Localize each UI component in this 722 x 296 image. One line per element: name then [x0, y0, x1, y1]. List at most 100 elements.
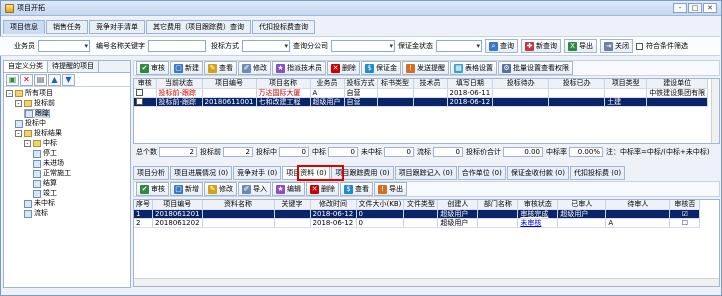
tree-node[interactable]: 投标中 — [15, 119, 46, 128]
company-select[interactable] — [331, 40, 395, 52]
toolbar-button[interactable]: $ 保证金 — [361, 61, 401, 75]
column-header[interactable]: 当前状态 — [156, 79, 203, 89]
column-header[interactable]: 修改时间 — [310, 200, 357, 210]
toolbar-button[interactable]: ▢ 新建 — [170, 61, 203, 75]
column-header[interactable]: 填写日期 — [447, 79, 494, 89]
column-header[interactable]: 标书类型 — [377, 79, 414, 89]
close-window-button[interactable]: ✕ — [703, 3, 717, 13]
move-up-icon[interactable]: ▲ — [48, 73, 61, 86]
column-header[interactable]: 创建人 — [437, 200, 479, 210]
column-header[interactable]: 建设单位 — [646, 79, 709, 89]
column-header[interactable]: 关键字 — [274, 200, 311, 210]
doc-toolbar-button[interactable]: ! 导出 — [374, 182, 407, 196]
tree-node[interactable]: 未中标 — [24, 199, 55, 208]
new-query-button[interactable]: ✚ 新查询 — [521, 39, 561, 53]
combined-filter-checkbox[interactable] — [636, 42, 643, 50]
sub-tab[interactable]: 项目进展情况 (0) — [170, 166, 233, 180]
rename-icon[interactable]: ▤ — [34, 73, 47, 86]
tree-node[interactable]: - 所有项目 — [6, 89, 53, 98]
sub-tab[interactable]: 竞争对手 (0) — [233, 166, 282, 180]
query-button[interactable]: ⌕ 查询 — [485, 39, 518, 53]
toolbar-button[interactable]: ✔ 审核 — [136, 61, 169, 75]
sub-tab[interactable]: 合作单位 (0) — [457, 166, 506, 180]
move-down-icon[interactable]: ▼ — [62, 73, 75, 86]
tree-node[interactable]: 竣工 — [33, 189, 57, 198]
tab-sales-tasks[interactable]: 销售任务 — [46, 20, 88, 34]
tree-node[interactable]: 停工 — [33, 149, 57, 158]
doc-cell[interactable]: 未审核 — [517, 218, 559, 228]
bid-method-select[interactable] — [242, 40, 290, 52]
column-header[interactable]: 技术员 — [413, 79, 448, 89]
column-header[interactable]: 部门名称 — [477, 200, 519, 210]
column-header[interactable]: 项目编号 — [202, 79, 257, 89]
tab-competitors[interactable]: 竞争对手清单 — [89, 20, 145, 34]
doc-toolbar-button[interactable]: ✔ 审核 — [136, 182, 169, 196]
tree-node[interactable]: 正常施工 — [33, 169, 71, 178]
toolbar-button[interactable]: ✎ 查看 — [204, 61, 237, 75]
minimize-button[interactable]: - — [673, 3, 687, 13]
toolbar-button[interactable]: ★ 指派技术员 — [272, 61, 326, 75]
doc-toolbar-button[interactable]: $ 查看 — [340, 182, 373, 196]
close-button[interactable]: ⇥ 关闭 — [600, 39, 633, 53]
deposit-status-select[interactable] — [436, 40, 482, 52]
column-header[interactable]: 文件类型 — [403, 200, 439, 210]
doc-cell[interactable]: 审核完成 — [517, 209, 559, 219]
collapse-icon[interactable]: - — [6, 90, 13, 97]
doc-toolbar-button[interactable]: ★ 编辑 — [272, 182, 305, 196]
column-header[interactable]: 项目编号 — [152, 200, 203, 210]
sub-tab[interactable]: 保证金收付款 (0) — [506, 166, 569, 180]
collapse-icon[interactable]: - — [15, 100, 22, 107]
column-header[interactable]: 投标已办 — [548, 79, 606, 89]
sub-tab[interactable]: 项目跟踪费用 (0) — [331, 166, 394, 180]
toolbar-button[interactable]: ▦ 表格设置 — [450, 61, 497, 75]
column-header[interactable]: 待审人 — [605, 200, 671, 210]
column-header[interactable]: 文件大小(KB) — [356, 200, 405, 210]
doc-row[interactable]: 2 2018061202 2018-06-12 0 超级用户 未审核 A ☐ — [134, 218, 701, 228]
column-header[interactable]: 审核 — [134, 79, 157, 89]
column-header[interactable]: 审核状态 — [517, 200, 559, 210]
column-header[interactable]: 审核否 — [669, 200, 701, 210]
sub-tab[interactable]: 代扣投标费 (0) — [569, 166, 626, 180]
tab-bid-fees[interactable]: 代扣投标费查询 — [252, 20, 315, 34]
toolbar-button[interactable]: ✐ 修改 — [238, 61, 271, 75]
table-row[interactable]: 投标前-跟踪 20180611001 七和改建工程 超级用户 自营 2018-06-12 土… — [134, 97, 709, 107]
column-header[interactable]: 已审人 — [557, 200, 607, 210]
keyword-input[interactable] — [148, 40, 206, 52]
column-header[interactable]: 投标待办 — [492, 79, 550, 89]
collapse-icon[interactable]: - — [15, 130, 22, 137]
sub-tab[interactable]: 项目资料 (0) — [282, 166, 331, 180]
tab-custom-category[interactable]: 自定义分类 — [4, 61, 48, 72]
export-button[interactable]: X 导出 — [564, 39, 597, 53]
approve-checkbox[interactable] — [136, 89, 143, 96]
horizontal-scrollbar[interactable] — [134, 278, 719, 286]
vertical-scrollbar[interactable] — [711, 79, 719, 143]
toolbar-button[interactable]: ⚙ 批量设置查看权限 — [498, 61, 573, 75]
column-header[interactable]: 项目名称 — [256, 79, 311, 89]
tree-node[interactable]: - 投标前 — [15, 99, 55, 108]
salesperson-select[interactable] — [38, 40, 90, 52]
doc-toolbar-button[interactable]: ✎ 修改 — [204, 182, 237, 196]
tree-node[interactable]: - 投标结果 — [15, 129, 62, 138]
doc-cell[interactable]: ☑ — [669, 209, 701, 219]
doc-toolbar-button[interactable]: ✕ 删除 — [306, 182, 339, 196]
tree-node[interactable]: 未进场 — [33, 159, 64, 168]
add-category-icon[interactable]: ▣ — [6, 73, 19, 86]
doc-toolbar-button[interactable]: ▢ 新增 — [170, 182, 203, 196]
doc-row[interactable]: 1 2018061201 2018-06-12 0 超级用户 审核完成 超级用户 ☑ — [134, 209, 701, 219]
column-header[interactable]: 项目类型 — [604, 79, 648, 89]
tree-node[interactable]: 结算 — [33, 179, 57, 188]
tab-pending-reminders[interactable]: 待提醒的项目 — [48, 61, 99, 72]
doc-cell[interactable]: ☐ — [669, 218, 701, 228]
doc-toolbar-button[interactable]: ✐ 导入 — [238, 182, 271, 196]
maximize-button[interactable]: □ — [688, 3, 702, 13]
sub-tab[interactable]: 项目跟踪记入 (0) — [394, 166, 457, 180]
sub-tab[interactable]: 项目分析 — [133, 166, 169, 180]
tree-node[interactable]: 跟踪 — [24, 109, 50, 121]
tab-other-fees[interactable]: 其它费用（项目跟踪费）查询 — [146, 20, 251, 34]
toolbar-button[interactable]: ✕ 删除 — [327, 61, 360, 75]
collapse-icon[interactable]: - — [24, 140, 31, 147]
tab-project-info[interactable]: 项目信息 — [3, 20, 45, 34]
approve-checkbox[interactable] — [136, 98, 143, 105]
toolbar-button[interactable]: ! 发送提醒 — [402, 61, 449, 75]
column-header[interactable]: 序号 — [134, 200, 153, 210]
